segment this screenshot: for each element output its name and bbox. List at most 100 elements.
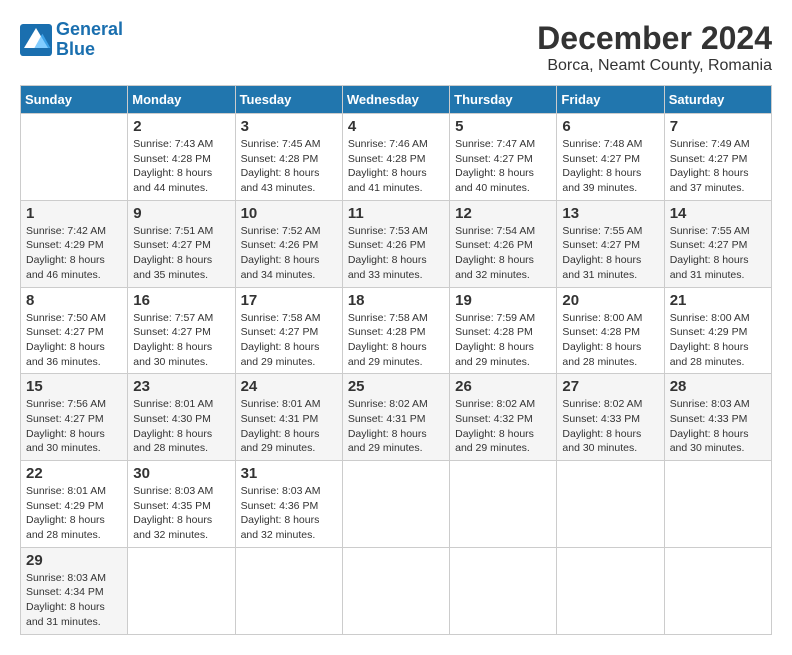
calendar-cell: 27 Sunrise: 8:02 AM Sunset: 4:33 PM Dayl… xyxy=(557,374,664,461)
calendar-cell xyxy=(664,547,771,634)
day-number: 29 xyxy=(26,552,122,569)
day-info: Sunrise: 8:02 AM Sunset: 4:31 PM Dayligh… xyxy=(348,397,444,456)
calendar-cell xyxy=(235,547,342,634)
calendar-cell xyxy=(128,547,235,634)
day-info: Sunrise: 8:03 AM Sunset: 4:34 PM Dayligh… xyxy=(26,571,122,630)
calendar-cell: 8 Sunrise: 7:50 AM Sunset: 4:27 PM Dayli… xyxy=(21,287,128,374)
calendar-cell: 18 Sunrise: 7:58 AM Sunset: 4:28 PM Dayl… xyxy=(342,287,449,374)
day-number: 7 xyxy=(670,118,766,135)
day-number: 20 xyxy=(562,292,658,309)
day-info: Sunrise: 8:01 AM Sunset: 4:29 PM Dayligh… xyxy=(26,484,122,543)
calendar-cell: 15 Sunrise: 7:56 AM Sunset: 4:27 PM Dayl… xyxy=(21,374,128,461)
logo-line1: General xyxy=(56,19,123,39)
day-info: Sunrise: 8:02 AM Sunset: 4:33 PM Dayligh… xyxy=(562,397,658,456)
day-number: 21 xyxy=(670,292,766,309)
day-number: 19 xyxy=(455,292,551,309)
calendar-cell xyxy=(450,547,557,634)
day-number: 30 xyxy=(133,465,229,482)
calendar-cell: 23 Sunrise: 8:01 AM Sunset: 4:30 PM Dayl… xyxy=(128,374,235,461)
day-number: 8 xyxy=(26,292,122,309)
calendar-cell: 29 Sunrise: 8:03 AM Sunset: 4:34 PM Dayl… xyxy=(21,547,128,634)
page-title: December 2024 xyxy=(537,20,772,57)
day-info: Sunrise: 7:48 AM Sunset: 4:27 PM Dayligh… xyxy=(562,137,658,196)
calendar-cell xyxy=(342,547,449,634)
day-info: Sunrise: 7:43 AM Sunset: 4:28 PM Dayligh… xyxy=(133,137,229,196)
calendar-week-row: 1 Sunrise: 7:42 AM Sunset: 4:29 PM Dayli… xyxy=(21,200,772,287)
day-number: 14 xyxy=(670,205,766,222)
day-info: Sunrise: 8:03 AM Sunset: 4:33 PM Dayligh… xyxy=(670,397,766,456)
day-number: 24 xyxy=(241,378,337,395)
day-info: Sunrise: 8:01 AM Sunset: 4:30 PM Dayligh… xyxy=(133,397,229,456)
day-info: Sunrise: 7:59 AM Sunset: 4:28 PM Dayligh… xyxy=(455,311,551,370)
day-info: Sunrise: 7:56 AM Sunset: 4:27 PM Dayligh… xyxy=(26,397,122,456)
day-info: Sunrise: 8:02 AM Sunset: 4:32 PM Dayligh… xyxy=(455,397,551,456)
calendar-cell: 21 Sunrise: 8:00 AM Sunset: 4:29 PM Dayl… xyxy=(664,287,771,374)
logo-line2: Blue xyxy=(56,39,95,59)
calendar-cell xyxy=(342,461,449,548)
day-info: Sunrise: 7:45 AM Sunset: 4:28 PM Dayligh… xyxy=(241,137,337,196)
calendar-cell: 22 Sunrise: 8:01 AM Sunset: 4:29 PM Dayl… xyxy=(21,461,128,548)
day-info: Sunrise: 7:50 AM Sunset: 4:27 PM Dayligh… xyxy=(26,311,122,370)
day-number: 23 xyxy=(133,378,229,395)
day-number: 28 xyxy=(670,378,766,395)
calendar-cell: 26 Sunrise: 8:02 AM Sunset: 4:32 PM Dayl… xyxy=(450,374,557,461)
day-number: 12 xyxy=(455,205,551,222)
calendar-cell: 10 Sunrise: 7:52 AM Sunset: 4:26 PM Dayl… xyxy=(235,200,342,287)
calendar-cell: 19 Sunrise: 7:59 AM Sunset: 4:28 PM Dayl… xyxy=(450,287,557,374)
day-number: 27 xyxy=(562,378,658,395)
calendar-week-row: 8 Sunrise: 7:50 AM Sunset: 4:27 PM Dayli… xyxy=(21,287,772,374)
calendar-cell: 30 Sunrise: 8:03 AM Sunset: 4:35 PM Dayl… xyxy=(128,461,235,548)
calendar-week-row: 15 Sunrise: 7:56 AM Sunset: 4:27 PM Dayl… xyxy=(21,374,772,461)
header-friday: Friday xyxy=(557,86,664,114)
calendar-cell: 1 Sunrise: 7:42 AM Sunset: 4:29 PM Dayli… xyxy=(21,200,128,287)
day-number: 6 xyxy=(562,118,658,135)
calendar-cell: 12 Sunrise: 7:54 AM Sunset: 4:26 PM Dayl… xyxy=(450,200,557,287)
calendar-cell: 20 Sunrise: 8:00 AM Sunset: 4:28 PM Dayl… xyxy=(557,287,664,374)
calendar-cell: 31 Sunrise: 8:03 AM Sunset: 4:36 PM Dayl… xyxy=(235,461,342,548)
header-sunday: Sunday xyxy=(21,86,128,114)
day-number: 11 xyxy=(348,205,444,222)
day-number: 4 xyxy=(348,118,444,135)
page-header: General Blue December 2024 Borca, Neamt … xyxy=(20,20,772,75)
day-number: 25 xyxy=(348,378,444,395)
day-number: 9 xyxy=(133,205,229,222)
calendar-cell xyxy=(450,461,557,548)
day-info: Sunrise: 8:03 AM Sunset: 4:35 PM Dayligh… xyxy=(133,484,229,543)
calendar-cell: 2 Sunrise: 7:43 AM Sunset: 4:28 PM Dayli… xyxy=(128,114,235,201)
day-info: Sunrise: 7:46 AM Sunset: 4:28 PM Dayligh… xyxy=(348,137,444,196)
calendar-cell xyxy=(21,114,128,201)
calendar-cell: 24 Sunrise: 8:01 AM Sunset: 4:31 PM Dayl… xyxy=(235,374,342,461)
calendar-week-row: 2 Sunrise: 7:43 AM Sunset: 4:28 PM Dayli… xyxy=(21,114,772,201)
day-number: 31 xyxy=(241,465,337,482)
logo-icon xyxy=(20,24,52,56)
day-info: Sunrise: 8:00 AM Sunset: 4:29 PM Dayligh… xyxy=(670,311,766,370)
calendar-cell: 3 Sunrise: 7:45 AM Sunset: 4:28 PM Dayli… xyxy=(235,114,342,201)
calendar-cell xyxy=(557,461,664,548)
day-info: Sunrise: 8:00 AM Sunset: 4:28 PM Dayligh… xyxy=(562,311,658,370)
day-number: 22 xyxy=(26,465,122,482)
day-info: Sunrise: 7:58 AM Sunset: 4:28 PM Dayligh… xyxy=(348,311,444,370)
calendar-cell: 11 Sunrise: 7:53 AM Sunset: 4:26 PM Dayl… xyxy=(342,200,449,287)
calendar-cell: 25 Sunrise: 8:02 AM Sunset: 4:31 PM Dayl… xyxy=(342,374,449,461)
header-tuesday: Tuesday xyxy=(235,86,342,114)
calendar-table: SundayMondayTuesdayWednesdayThursdayFrid… xyxy=(20,85,772,635)
calendar-cell: 16 Sunrise: 7:57 AM Sunset: 4:27 PM Dayl… xyxy=(128,287,235,374)
calendar-cell: 9 Sunrise: 7:51 AM Sunset: 4:27 PM Dayli… xyxy=(128,200,235,287)
calendar-week-row: 22 Sunrise: 8:01 AM Sunset: 4:29 PM Dayl… xyxy=(21,461,772,548)
day-info: Sunrise: 7:49 AM Sunset: 4:27 PM Dayligh… xyxy=(670,137,766,196)
day-number: 1 xyxy=(26,205,122,222)
calendar-cell: 13 Sunrise: 7:55 AM Sunset: 4:27 PM Dayl… xyxy=(557,200,664,287)
header-saturday: Saturday xyxy=(664,86,771,114)
day-info: Sunrise: 7:52 AM Sunset: 4:26 PM Dayligh… xyxy=(241,224,337,283)
day-info: Sunrise: 7:58 AM Sunset: 4:27 PM Dayligh… xyxy=(241,311,337,370)
day-info: Sunrise: 7:54 AM Sunset: 4:26 PM Dayligh… xyxy=(455,224,551,283)
day-number: 5 xyxy=(455,118,551,135)
calendar-cell: 6 Sunrise: 7:48 AM Sunset: 4:27 PM Dayli… xyxy=(557,114,664,201)
day-number: 10 xyxy=(241,205,337,222)
day-number: 18 xyxy=(348,292,444,309)
day-info: Sunrise: 8:01 AM Sunset: 4:31 PM Dayligh… xyxy=(241,397,337,456)
header-thursday: Thursday xyxy=(450,86,557,114)
day-info: Sunrise: 7:55 AM Sunset: 4:27 PM Dayligh… xyxy=(562,224,658,283)
day-info: Sunrise: 7:42 AM Sunset: 4:29 PM Dayligh… xyxy=(26,224,122,283)
calendar-cell: 28 Sunrise: 8:03 AM Sunset: 4:33 PM Dayl… xyxy=(664,374,771,461)
